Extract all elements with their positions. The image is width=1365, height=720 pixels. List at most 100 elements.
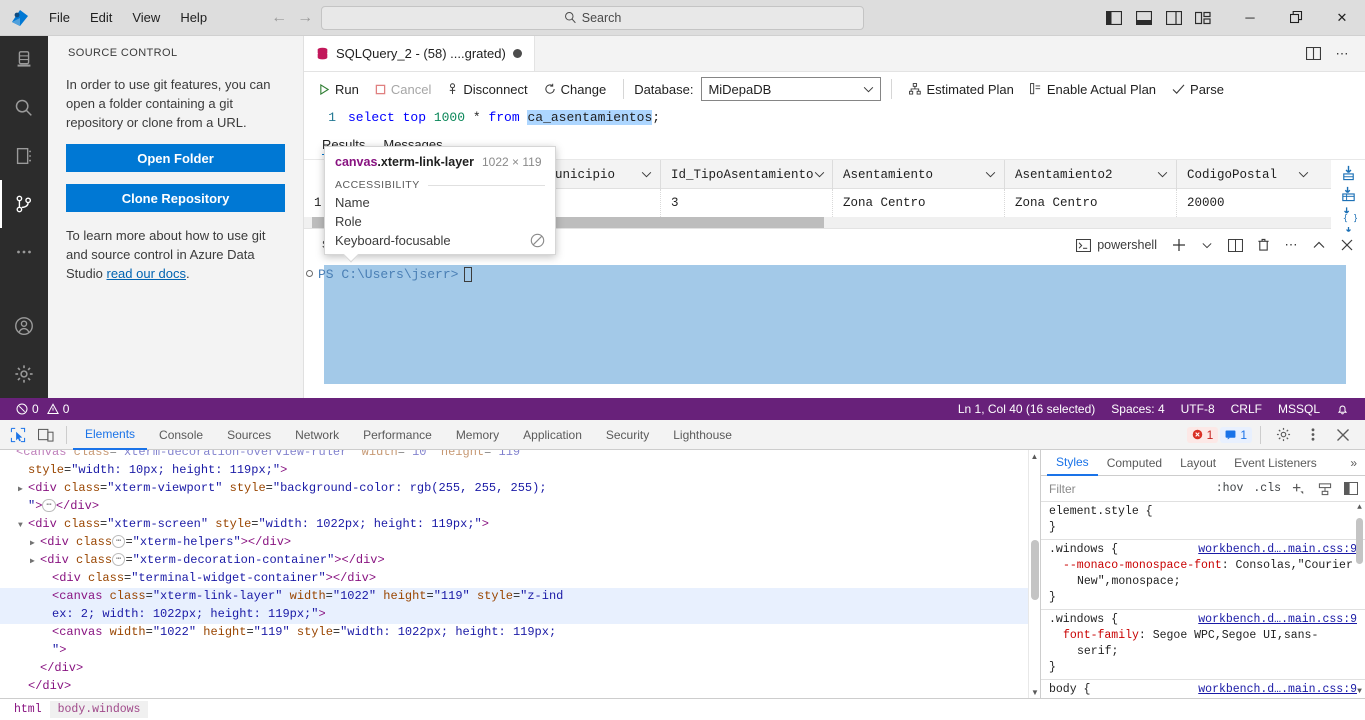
window-minimize-button[interactable]: ─ [1227,0,1273,36]
chevron-down-icon[interactable] [814,171,825,178]
grid-header-codigopostal[interactable]: CodigoPostal [1177,160,1317,189]
inspect-element-icon[interactable] [4,422,32,448]
tab-application[interactable]: Application [511,420,594,450]
status-language-mode[interactable]: MSSQL [1270,402,1328,416]
scroll-down-icon[interactable]: ▼ [1029,686,1040,698]
dom-node-line[interactable]: <canvas class="xterm-decoration-overview… [0,450,1040,462]
style-value[interactable]: : Consolas,"Courier [1222,559,1353,572]
sidebar-item-connections[interactable] [0,36,48,84]
grid-header-asentamiento2[interactable]: Asentamiento2 [1005,160,1177,189]
grid-cell-codigopostal[interactable]: 20000 [1177,189,1317,217]
style-rule-selector[interactable]: .windows { [1049,612,1118,628]
status-indentation[interactable]: Spaces: 4 [1103,402,1172,416]
terminal-selector[interactable]: powershell [1076,238,1163,252]
parse-button[interactable]: Parse [1165,79,1231,100]
tab-sources[interactable]: Sources [215,420,283,450]
computed-sidebar-icon[interactable] [1341,479,1361,499]
hov-toggle[interactable]: :hov [1214,482,1246,495]
styles-filter-input[interactable]: Filter [1049,482,1208,496]
sidebar-item-search[interactable] [0,84,48,132]
dom-tree-scrollbar[interactable]: ▲ ▼ [1028,450,1040,698]
collapsed-children-icon[interactable]: ⋯ [42,499,56,513]
save-as-csv-icon[interactable] [1340,164,1357,181]
chevron-down-icon[interactable] [1157,171,1168,178]
message-badge[interactable]: 1 [1220,426,1252,443]
arrow-left-icon[interactable]: ← [271,9,287,26]
style-rule[interactable]: body {workbench.d….main.css:9height: 100… [1041,680,1365,698]
close-panel-icon[interactable] [1335,233,1359,257]
database-select[interactable]: MiDepaDB [701,77,882,101]
dom-node-line[interactable]: ex: 2; width: 1022px; height: 119px;"> [0,606,1040,624]
dom-node-line[interactable]: ▶ <div class ⋯ ="xterm-decoration-container… [0,552,1040,570]
dom-node-line[interactable]: "> [0,642,1040,660]
status-encoding[interactable]: UTF-8 [1173,402,1223,416]
scroll-up-icon[interactable]: ▲ [1354,502,1365,514]
tab-layout[interactable]: Layout [1171,450,1225,476]
save-as-json-icon[interactable]: { } [1340,206,1357,223]
sql-editor[interactable]: 1 select top 1000 * from ca_asentamiento… [304,106,1365,132]
style-rule-selector[interactable]: .windows { [1049,542,1118,558]
cancel-button[interactable]: Cancel [368,79,438,100]
style-declaration[interactable]: --monaco-monospace-font: Consolas,"Couri… [1049,558,1357,574]
status-notifications[interactable] [1328,403,1357,416]
tab-elements[interactable]: Elements [73,420,148,450]
menu-help[interactable]: Help [171,6,216,29]
grid-header-id-tipoasentamiento[interactable]: Id_TipoAsentamiento [661,160,833,189]
grid-cell-id-tipoasentamiento[interactable]: 3 [661,189,833,217]
editor-tab-sqlquery2[interactable]: SQLQuery_2 - (58) ....grated) [304,36,535,71]
split-editor-icon[interactable] [1300,41,1326,67]
gear-icon[interactable] [1269,422,1297,448]
styles-scrollbar[interactable]: ▲ ▼ [1354,502,1365,698]
dom-node-line[interactable]: "> ⋯ </div> [0,498,1040,516]
chevron-down-icon[interactable] [641,171,652,178]
search-input[interactable]: Search [321,5,865,30]
collapsed-children-icon[interactable]: ⋯ [112,535,126,549]
collapsed-children-icon[interactable]: ⋯ [112,553,126,567]
dom-tree[interactable]: <canvas class="xterm-decoration-overview… [0,450,1040,698]
tab-event-listeners[interactable]: Event Listeners [1225,450,1326,476]
tab-security[interactable]: Security [594,420,661,450]
grid-cell-asentamiento[interactable]: Zona Centro [833,189,1005,217]
dom-tree-pane[interactable]: <canvas class="xterm-decoration-overview… [0,450,1040,698]
menu-file[interactable]: File [40,6,79,29]
dom-node-line[interactable]: <canvas width="1022" height="119" style=… [0,624,1040,642]
open-folder-button[interactable]: Open Folder [66,144,285,172]
read-our-docs-link[interactable]: read our docs [106,266,186,281]
kill-terminal-icon[interactable] [1251,233,1275,257]
customize-layout-icon[interactable] [1191,5,1217,31]
tab-computed[interactable]: Computed [1098,450,1171,476]
close-icon[interactable] [1329,422,1357,448]
status-problems[interactable]: 0 0 [8,402,77,416]
more-vertical-icon[interactable] [1299,422,1327,448]
save-as-excel-icon[interactable] [1340,185,1357,202]
style-rule[interactable]: element.style {} [1041,502,1365,540]
change-connection-button[interactable]: Change [537,79,614,100]
dom-node-line[interactable]: <canvas class="xterm-link-layer" width="… [0,588,1040,606]
expand-toggle-icon[interactable]: ▶ [30,553,40,570]
toggle-secondary-sidebar-icon[interactable] [1161,5,1187,31]
terminal-dropdown-icon[interactable] [1195,233,1219,257]
style-rule-source-link[interactable]: workbench.d….main.css:9 [1198,612,1357,628]
style-rule[interactable]: .windows { workbench.d….main.css:9 font-fa… [1041,610,1365,680]
dom-node-line[interactable]: ▼ <div class="xterm-screen" style="width:… [0,516,1040,534]
arrow-right-icon[interactable]: → [297,9,313,26]
menu-view[interactable]: View [123,6,169,29]
breadcrumb-item-html[interactable]: html [6,701,50,718]
toggle-primary-sidebar-icon[interactable] [1101,5,1127,31]
disconnect-button[interactable]: Disconnect [440,79,534,100]
styles-rules-list[interactable]: element.style {} .windows { workbench.d….m… [1041,502,1365,698]
manage-settings-button[interactable] [0,350,48,398]
style-rule-selector[interactable]: body { [1049,682,1090,698]
enable-actual-plan-button[interactable]: Enable Actual Plan [1023,79,1163,100]
scroll-down-icon[interactable]: ▼ [1354,686,1365,698]
style-property[interactable]: font-family [1063,629,1139,642]
sidebar-item-more[interactable] [0,228,48,276]
tab-performance[interactable]: Performance [351,420,444,450]
dom-node-line[interactable]: ▶ <div class ⋯ ="xterm-helpers"></div> [0,534,1040,552]
tab-memory[interactable]: Memory [444,420,511,450]
tab-lighthouse[interactable]: Lighthouse [661,420,744,450]
chevron-down-icon[interactable] [1298,171,1309,178]
window-close-button[interactable]: ✕ [1319,0,1365,36]
style-rule-source-link[interactable]: workbench.d….main.css:9 [1198,682,1357,698]
terminal-view[interactable]: PS C:\Users\jserr> [304,261,1365,398]
